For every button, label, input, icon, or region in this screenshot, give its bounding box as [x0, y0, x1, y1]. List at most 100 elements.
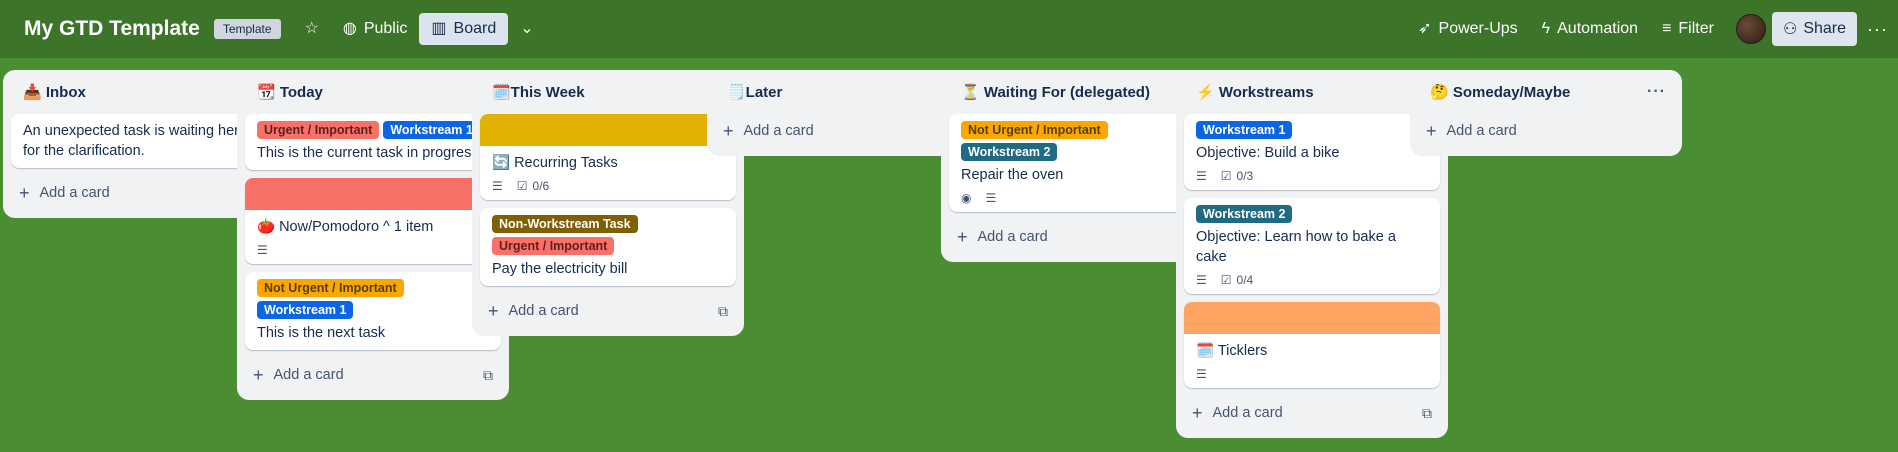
card-badges: ◉ ☰	[961, 191, 1193, 205]
avatar[interactable]	[1735, 14, 1766, 44]
list-title[interactable]: ⚡ Workstreams	[1196, 83, 1413, 101]
plus-icon[interactable]: +	[19, 184, 30, 202]
plus-icon[interactable]: +	[1426, 122, 1437, 140]
card-badges: ☰	[257, 243, 489, 257]
add-card-button[interactable]: Add a card	[509, 303, 718, 319]
card-cover	[1184, 302, 1440, 334]
plus-icon[interactable]: +	[253, 366, 264, 384]
create-from-template-icon[interactable]: ⧉	[483, 367, 493, 384]
board-header: My GTD Template Template ☆ ◍ Public ▥ Boar…	[0, 0, 1898, 58]
visibility-label: Public	[363, 20, 408, 37]
card-cover	[480, 114, 736, 146]
create-from-template-icon[interactable]: ⧉	[718, 303, 728, 320]
card-label[interactable]: Workstream 2	[1196, 205, 1293, 223]
card-labels: Not Urgent / Important Workstream 1	[257, 279, 489, 319]
add-card-button[interactable]: Add a card	[40, 185, 249, 201]
plus-icon[interactable]: +	[1192, 404, 1203, 422]
create-from-template-icon[interactable]: ⧉	[1422, 405, 1432, 422]
automation-button[interactable]: ϟ Automation	[1530, 13, 1650, 45]
board-title[interactable]: My GTD Template	[24, 17, 200, 41]
card-label[interactable]: Workstream 2	[961, 143, 1058, 161]
card-label[interactable]: Urgent / Important	[257, 121, 380, 139]
add-card-button[interactable]: Add a card	[744, 123, 953, 139]
card[interactable]: Workstream 1 Objective: Build a bike ☰ ☑ 0/3	[1184, 114, 1440, 190]
card-badges: ☰ ☑ 0/4	[1196, 273, 1428, 287]
card-body: Workstream 1 Objective: Build a bike ☰ ☑ 0/3	[1184, 114, 1440, 190]
powerups-label: Power-Ups	[1438, 20, 1518, 37]
list-title[interactable]: ⏳ Waiting For (delegated)	[961, 83, 1178, 101]
card-label[interactable]: Workstream 1	[383, 121, 480, 139]
list-column: 🤔 Someday/Maybe ··· + Add a card	[1410, 70, 1682, 156]
plus-icon[interactable]: +	[957, 228, 968, 246]
card-label[interactable]: Urgent / Important	[492, 237, 615, 255]
add-card-button[interactable]: Add a card	[274, 367, 483, 383]
share-button[interactable]: ⚇ Share	[1771, 12, 1858, 46]
card-title: This is the next task	[257, 325, 386, 341]
chevron-down-icon: ⌄	[520, 20, 534, 37]
plus-icon[interactable]: +	[488, 302, 499, 320]
card-title: 🗓️ Ticklers	[1196, 343, 1268, 359]
list-column: 🗒️Later···+Add a card⧉	[707, 70, 979, 156]
board-icon: ▥	[431, 20, 447, 37]
board-view-button[interactable]: ▥ Board	[419, 13, 509, 45]
person-add-icon: ⚇	[1782, 21, 1798, 38]
add-card-button[interactable]: Add a card	[978, 229, 1187, 245]
checklist-count: 0/6	[532, 179, 550, 193]
list-column: 📆 Today···Urgent / ImportantWorkstream 1…	[237, 70, 509, 400]
card-label[interactable]: Workstream 1	[1196, 121, 1293, 139]
card[interactable]: An unexpected task is waiting here for t…	[11, 114, 267, 168]
card[interactable]: 🍅 Now/Pomodoro ^ 1 item ☰	[245, 178, 501, 264]
board-view-label: Board	[453, 20, 497, 37]
card[interactable]: 🗓️ Ticklers ☰	[1184, 302, 1440, 388]
card-label[interactable]: Non-Workstream Task	[492, 215, 638, 233]
description-icon: ☰	[492, 179, 503, 193]
card[interactable]: Urgent / Important Workstream 1 This is th…	[245, 114, 501, 170]
card-label[interactable]: Not Urgent / Important	[961, 121, 1108, 139]
watch-icon: ◉	[961, 191, 972, 205]
more-icon[interactable]: ···	[1867, 19, 1888, 40]
plus-icon[interactable]: +	[723, 122, 734, 140]
add-card-button[interactable]: Add a card	[1213, 405, 1422, 421]
card-body: Not Urgent / Important Workstream 2 Repair…	[949, 114, 1205, 212]
rocket-icon: ➶	[1418, 20, 1432, 37]
card-label[interactable]: Workstream 1	[257, 301, 354, 319]
filter-label: Filter	[1678, 20, 1714, 37]
card-badges: ☰ ☑ 0/3	[1196, 169, 1428, 183]
add-card-row: +Add a card⧉	[715, 114, 971, 148]
automation-label: Automation	[1557, 20, 1639, 37]
description-icon: ☰	[257, 243, 268, 257]
list-menu-icon[interactable]: ···	[1647, 83, 1666, 101]
card-labels: Non-Workstream Task Urgent / Important	[492, 215, 724, 255]
description-icon: ☰	[985, 191, 997, 205]
list-title[interactable]: 📥 Inbox	[23, 83, 240, 101]
filter-button[interactable]: ≡ Filter	[1650, 13, 1726, 45]
card[interactable]: Not Urgent / Important Workstream 1 This i…	[245, 272, 501, 350]
list-title[interactable]: 📆 Today	[257, 83, 474, 101]
card-title: 🔄 Recurring Tasks	[492, 155, 618, 171]
card[interactable]: Not Urgent / Important Workstream 2 Repair…	[949, 114, 1205, 212]
star-button[interactable]: ☆	[293, 14, 331, 44]
card-labels: Not Urgent / Important Workstream 2	[961, 121, 1193, 161]
card-title: Pay the electricity bill	[492, 261, 628, 277]
list-header: 🗓️This Week···	[480, 70, 736, 114]
checklist-badge: ☑ 0/6	[517, 179, 549, 193]
visibility-button[interactable]: ◍ Public	[331, 13, 420, 45]
add-card-button[interactable]: Add a card	[1447, 123, 1666, 139]
card-labels: Workstream 2	[1196, 205, 1428, 223]
list-title[interactable]: 🗒️Later	[727, 83, 944, 101]
lightning-icon: ϟ	[1541, 20, 1551, 37]
card[interactable]: 🔄 Recurring Tasks ☰ ☑ 0/6	[480, 114, 736, 200]
list-title[interactable]: 🤔 Someday/Maybe	[1430, 83, 1647, 101]
checklist-badge: ☑ 0/4	[1221, 273, 1253, 287]
card-label[interactable]: Not Urgent / Important	[257, 279, 404, 297]
list-title[interactable]: 🗓️This Week	[492, 83, 709, 101]
card-body: 🗓️ Ticklers ☰	[1184, 334, 1440, 388]
card-body: Not Urgent / Important Workstream 1 This i…	[245, 272, 501, 350]
view-switcher-button[interactable]: ⌄	[508, 14, 545, 44]
card[interactable]: Workstream 2 Objective: Learn how to bake…	[1184, 198, 1440, 294]
list-header: 📥 Inbox···	[11, 70, 267, 114]
card[interactable]: Non-Workstream Task Urgent / Important Pay…	[480, 208, 736, 286]
checklist-badge: ☑ 0/3	[1221, 169, 1253, 183]
powerups-button[interactable]: ➶ Power-Ups	[1406, 13, 1530, 45]
card-body: Urgent / Important Workstream 1 This is th…	[245, 114, 501, 170]
